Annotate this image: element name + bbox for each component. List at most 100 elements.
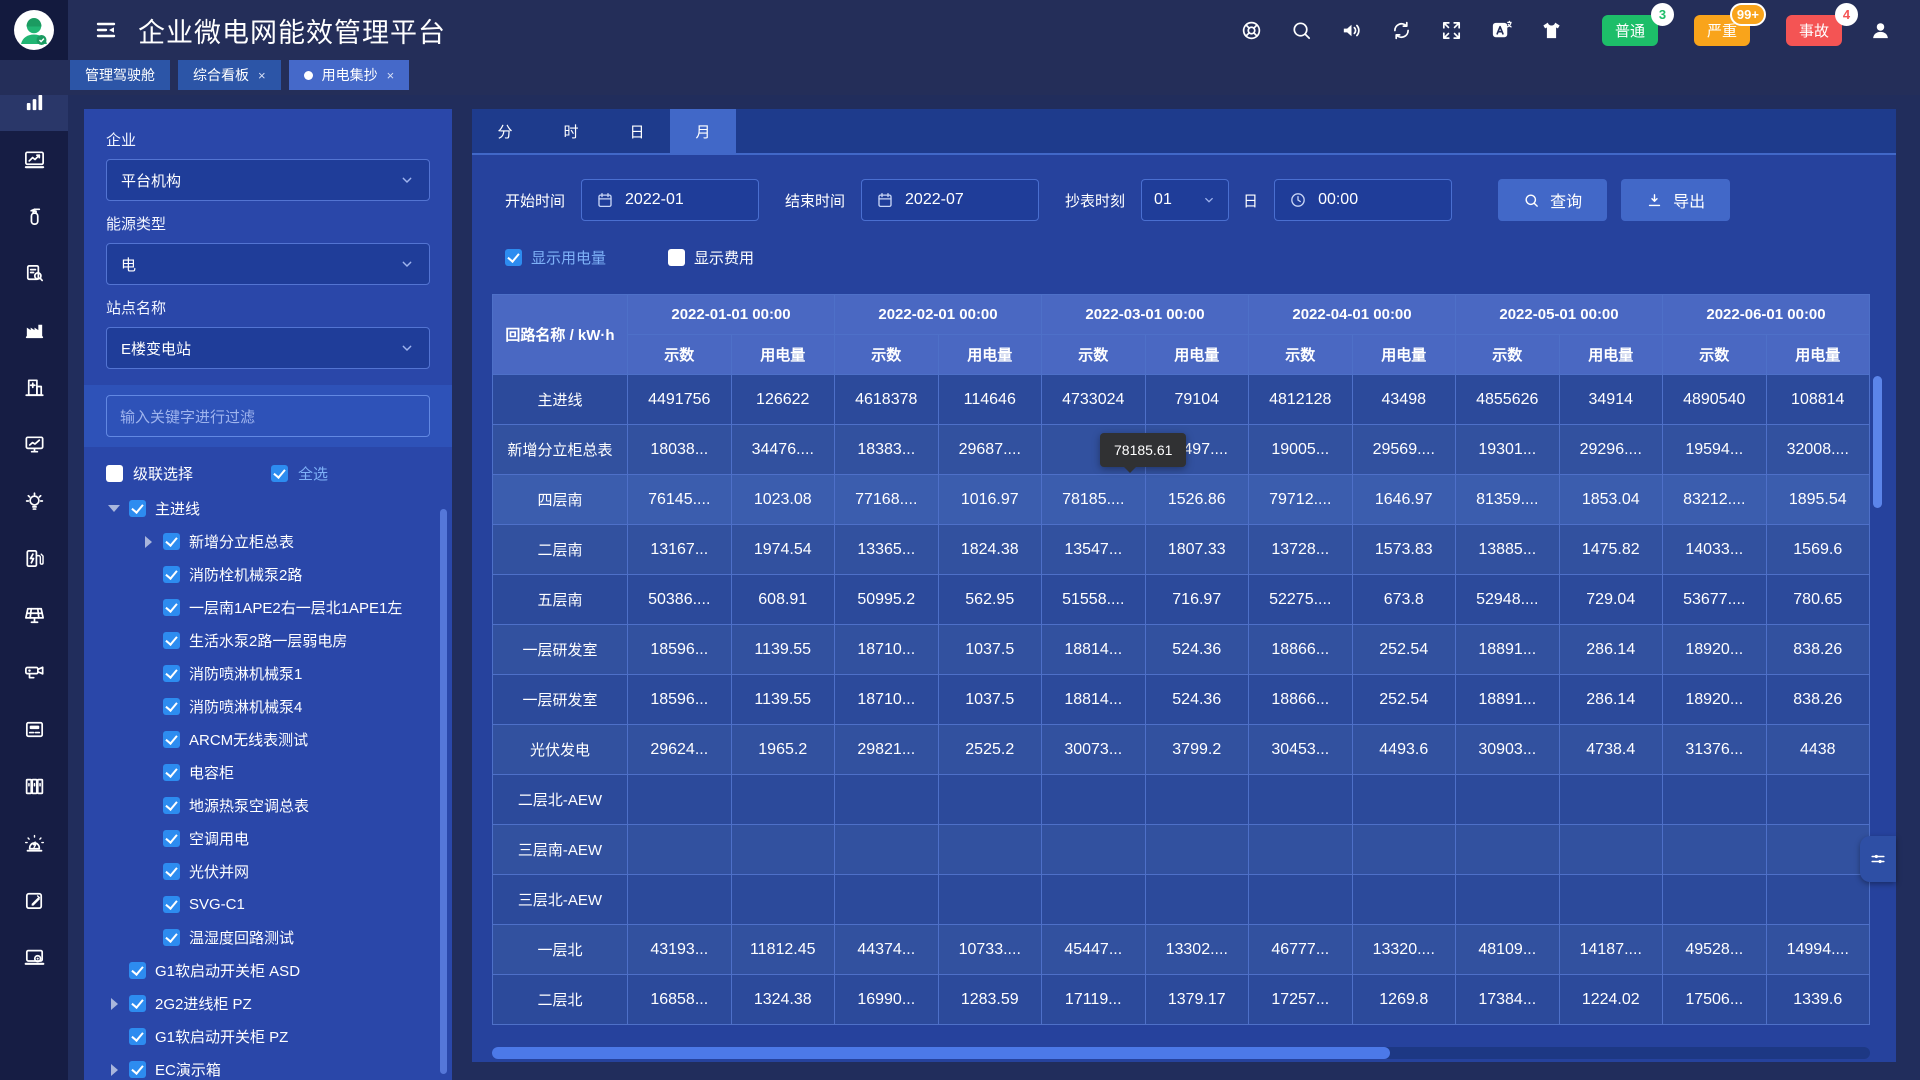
tree-checkbox[interactable] [163,797,180,814]
sidebar-item-cctv-camera[interactable] [0,644,68,701]
tree-item[interactable]: 地源热泵空调总表 [106,789,430,822]
table-row[interactable]: 三层北-AEW [493,875,1870,925]
tree-item[interactable]: SVG-C1 [106,888,430,921]
sidebar-item-meter-panel[interactable] [0,701,68,758]
table-row[interactable]: 三层南-AEW [493,825,1870,875]
enterprise-select[interactable]: 平台机构 [106,159,430,201]
tree-checkbox[interactable] [163,698,180,715]
nav-tab-2[interactable]: 综合看板× [178,60,281,90]
caret-down-icon[interactable] [108,503,120,515]
sidebar-item-archive-cabinet[interactable] [0,758,68,815]
search-icon[interactable] [1290,19,1313,42]
select-all-checkbox[interactable] [271,465,288,482]
table-row[interactable]: 二层北16858...1324.3816990...1283.5917119..… [493,975,1870,1025]
refresh-icon[interactable] [1390,19,1413,42]
end-time-input[interactable]: 2022-07 [861,179,1039,221]
table-row[interactable]: 光伏发电29624...1965.229821...2525.230073...… [493,725,1870,775]
sidebar-item-building-medical[interactable] [0,359,68,416]
caret-right-icon[interactable] [108,1064,120,1076]
meter-clock-input[interactable]: 00:00 [1274,179,1452,221]
translate-icon[interactable] [1490,19,1513,42]
tree-item[interactable]: 光伏并网 [106,855,430,888]
shirt-icon[interactable] [1540,19,1563,42]
tree-item[interactable]: 电容柜 [106,756,430,789]
close-icon[interactable]: × [387,69,395,82]
help-icon[interactable] [1240,19,1263,42]
cascade-checkbox[interactable] [106,465,123,482]
table-row[interactable]: 二层北-AEW [493,775,1870,825]
tree-item[interactable]: 消防喷淋机械泵4 [106,690,430,723]
user-icon[interactable] [1869,19,1892,42]
sidebar-item-trend-monitor[interactable] [0,131,68,188]
start-time-input[interactable]: 2022-01 [581,179,759,221]
tree-item[interactable]: 消防喷淋机械泵1 [106,657,430,690]
export-button[interactable]: 导出 [1621,179,1730,221]
menu-collapse-icon[interactable] [94,18,118,42]
tree-item[interactable]: EC演示箱 [106,1053,430,1080]
alarm-badge-3[interactable]: 事故4 [1786,15,1842,46]
caret-right-icon[interactable] [108,998,120,1010]
tree-filter-input[interactable]: 输入关键字进行过滤 [106,395,430,437]
caret-right-icon[interactable] [142,536,154,548]
meter-day-select[interactable]: 01 [1141,179,1229,221]
tree-checkbox[interactable] [163,929,180,946]
table-row[interactable]: 一层北43193...11812.4544374...10733....4544… [493,925,1870,975]
period-tab-日[interactable]: 日 [604,109,670,153]
tree-checkbox[interactable] [163,632,180,649]
tree-item[interactable]: 温湿度回路测试 [106,921,430,954]
tree-item[interactable]: G1软启动开关柜 PZ [106,1020,430,1053]
sidebar-item-solar-panel[interactable] [0,587,68,644]
station-select[interactable]: E楼变电站 [106,327,430,369]
nav-tab-3[interactable]: 用电集抄× [289,60,410,90]
display-checkbox-2[interactable] [668,249,685,266]
table-row[interactable]: 主进线4491756126622461837811464647330247910… [493,375,1870,425]
nav-tab-1[interactable]: 管理驾驶舱 [70,60,170,90]
table-row[interactable]: 一层研发室18596...1139.5518710...1037.518814.… [493,625,1870,675]
tree-checkbox[interactable] [163,764,180,781]
tree-checkbox[interactable] [163,533,180,550]
tree-item[interactable]: 一层南1APE2右一层北1APE1左 [106,591,430,624]
sidebar-item-ev-charger[interactable] [0,530,68,587]
tree-item[interactable]: 2G2进线柜 PZ [106,987,430,1020]
tree-checkbox[interactable] [163,830,180,847]
tree-checkbox[interactable] [163,566,180,583]
tree-item[interactable]: 主进线 [106,492,430,525]
table-row[interactable]: 四层南76145....1023.0877168....1016.9778185… [493,475,1870,525]
tree-item[interactable]: 生活水泵2路一层弱电房 [106,624,430,657]
table-settings-handle[interactable] [1860,836,1896,882]
sidebar-item-bulb[interactable] [0,473,68,530]
period-tab-月[interactable]: 月 [670,109,736,153]
sidebar-item-monitor-line[interactable] [0,416,68,473]
table-vertical-scrollbar[interactable] [1873,376,1882,508]
table-row[interactable]: 二层南13167...1974.5413365...1824.3813547..… [493,525,1870,575]
alarm-badge-1[interactable]: 普通3 [1602,15,1658,46]
energy-type-select[interactable]: 电 [106,243,430,285]
horizontal-scroll-thumb[interactable] [492,1047,1390,1059]
sidebar-item-fire-extinguisher[interactable] [0,188,68,245]
tree-checkbox[interactable] [129,1061,146,1078]
tree-item[interactable]: 消防栓机械泵2路 [106,558,430,591]
table-row[interactable]: 五层南50386....608.9150995.2562.9551558....… [493,575,1870,625]
sidebar-item-alarm-siren[interactable] [0,815,68,872]
table-row[interactable]: 一层研发室18596...1139.5518710...1037.518814.… [493,675,1870,725]
sidebar-item-inspection[interactable] [0,245,68,302]
tree-scrollbar[interactable] [440,509,447,1074]
period-tab-时[interactable]: 时 [538,109,604,153]
period-tab-分[interactable]: 分 [472,109,538,153]
sidebar-item-edit-note[interactable] [0,872,68,929]
tree-checkbox[interactable] [163,863,180,880]
display-checkbox-1[interactable] [505,249,522,266]
tree-checkbox[interactable] [163,731,180,748]
tree-checkbox[interactable] [129,1028,146,1045]
tree-checkbox[interactable] [129,962,146,979]
sidebar-item-factory[interactable] [0,302,68,359]
tree-checkbox[interactable] [163,896,180,913]
tree-checkbox[interactable] [163,599,180,616]
tree-item[interactable]: 新增分立柜总表 [106,525,430,558]
tree-checkbox[interactable] [129,500,146,517]
alarm-badge-2[interactable]: 严重99+ [1694,15,1750,46]
fullscreen-icon[interactable] [1440,19,1463,42]
tree-item[interactable]: G1软启动开关柜 ASD [106,954,430,987]
sidebar-item-laptop-gear[interactable] [0,929,68,986]
close-icon[interactable]: × [258,69,266,82]
